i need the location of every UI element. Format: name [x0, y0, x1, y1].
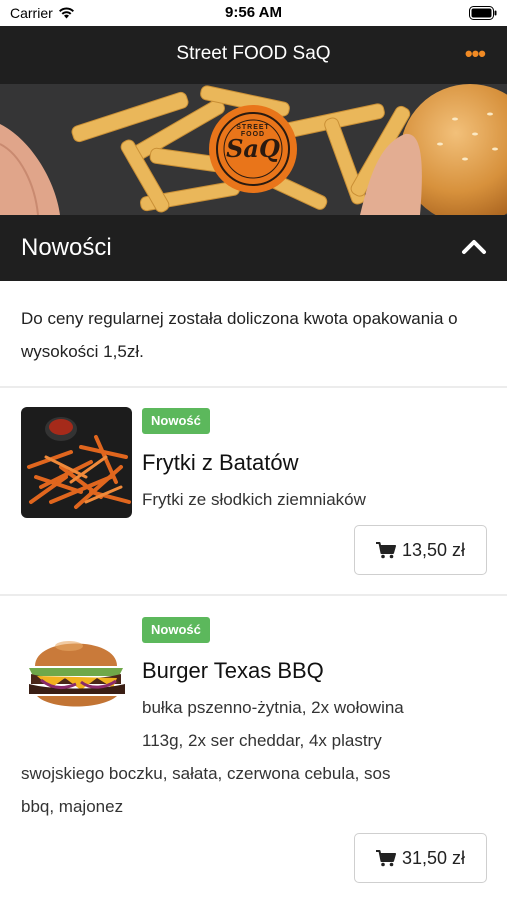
hero-banner: STREET FOOD SaQ [0, 84, 507, 215]
cart-icon [375, 849, 396, 866]
product-image [21, 618, 132, 729]
product-description-line: bułka pszenno-żytnia, 2x wołowina [142, 698, 404, 717]
product-card[interactable]: Nowość Frytki z Batatów Frytki ze słodki… [0, 388, 507, 594]
price-label: 31,50 zł [401, 847, 466, 868]
product-card[interactable]: Nowość Burger Texas BBQ bułka pszenno-ży… [0, 596, 507, 900]
product-name: Frytki z Batatów [142, 450, 299, 475]
new-badge: Nowość [142, 408, 210, 434]
more-options-icon[interactable]: ••• [465, 43, 486, 65]
section-title: Nowości [21, 234, 112, 261]
cart-icon [375, 541, 396, 558]
chevron-up-icon[interactable] [461, 237, 487, 257]
add-to-cart-button[interactable]: 13,50 zł [354, 525, 487, 575]
price-label: 13,50 zł [401, 539, 466, 560]
product-description-line: swojskiego boczku, sałata, czerwona cebu… [21, 764, 391, 783]
logo-main-text: SaQ [226, 134, 280, 163]
new-badge: Nowość [142, 617, 210, 643]
product-description-line: 113g, 2x ser cheddar, 4x plastry [142, 731, 382, 750]
navbar: Street FOOD SaQ ••• [0, 26, 507, 84]
add-to-cart-button[interactable]: 31,50 zł [354, 833, 487, 883]
product-description-line: bbq, majonez [21, 797, 124, 816]
section-header-nowosci[interactable]: Nowości [0, 215, 507, 281]
product-name: Burger Texas BBQ [142, 658, 324, 683]
app-title: Street FOOD SaQ [176, 43, 331, 64]
packaging-fee-note: Do ceny regularnej została doliczona kwo… [21, 309, 458, 361]
status-bar: Carrier 9:56 AM [0, 0, 507, 26]
product-description: Frytki ze słodkich ziemniaków [142, 490, 366, 509]
battery-icon [469, 6, 497, 20]
product-image [21, 407, 132, 518]
status-time: 9:56 AM [225, 4, 282, 21]
